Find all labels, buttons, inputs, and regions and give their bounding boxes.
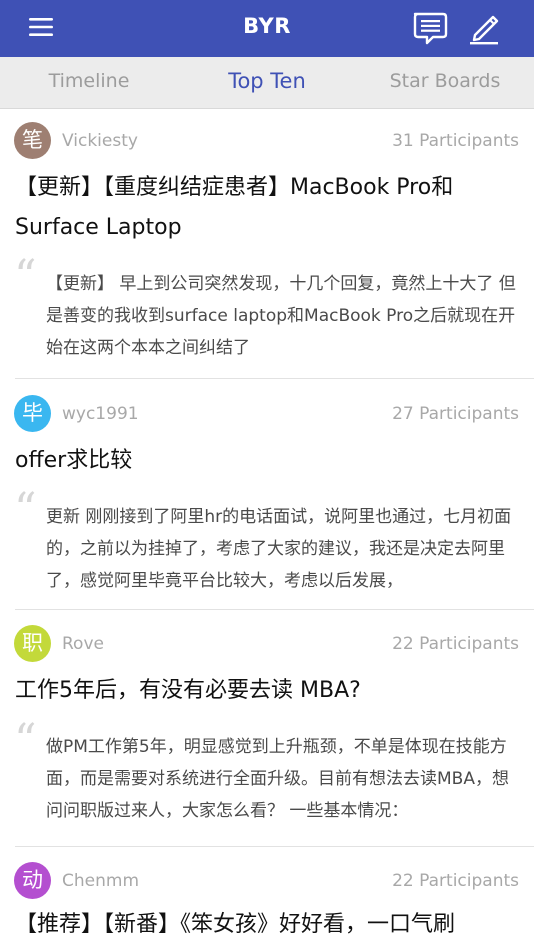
participants-count: 22 Participants [392,871,519,891]
post-title: offer求比较 [15,448,133,473]
avatar: 动 [14,862,51,899]
app-title: BYR [243,14,291,38]
avatar: 毕 [14,395,51,432]
pencil-compose-icon [470,15,499,45]
post-excerpt: 做PM工作第5年，明显感觉到上升瓶颈，不单是体现在技能方面，而是需要对系统进行全… [46,737,509,821]
author-name: Rove [62,634,104,654]
quote-icon: “ [14,251,37,302]
list-item[interactable]: 动 Chenmm 22 Participants 【推荐】【新番】《笨女孩》好好… [0,847,534,950]
avatar: 职 [14,625,51,662]
author-name: Vickiesty [62,131,138,151]
tab-star-boards[interactable]: Star Boards [356,70,534,92]
list-item[interactable]: 笔 Vickiesty 31 Participants 【更新】【重度纠结症患者… [0,109,534,379]
post-excerpt: 【更新】 早上到公司突然发现，十几个回复，竟然上十大了 但是善变的我收到surf… [46,274,516,358]
participants-count: 31 Participants [392,131,519,151]
compose-button[interactable] [464,10,502,46]
tab-timeline[interactable]: Timeline [0,70,178,92]
chat-bubble-icon [413,12,448,45]
author-name: Chenmm [62,871,139,891]
quote-icon: “ [14,715,37,766]
list-item[interactable]: 职 Rove 22 Participants 工作5年后，有没有必要去读 MBA… [0,610,534,847]
participants-count: 27 Participants [392,404,519,424]
tab-bar: Timeline Top Ten Star Boards [0,57,534,109]
participants-count: 22 Participants [392,634,519,654]
list-item[interactable]: 毕 wyc1991 27 Participants offer求比较 “ 更新 … [0,379,534,610]
messages-button[interactable] [410,10,448,46]
post-excerpt: 更新 刚刚接到了阿里hr的电话面试，说阿里也通过，七月初面的，之前以为挂掉了，考… [46,507,512,591]
avatar: 笔 [14,122,51,159]
post-title: 工作5年后，有没有必要去读 MBA? [15,678,361,703]
quote-icon: “ [14,484,37,535]
post-title: 【推荐】【新番】《笨女孩》好好看，一口气刷 [15,912,456,937]
app-header: BYR [0,0,534,57]
post-title: 【更新】【重度纠结症患者】MacBook Pro和Surface Laptop [15,175,454,240]
author-name: wyc1991 [62,404,139,424]
tab-top-ten[interactable]: Top Ten [178,69,356,93]
